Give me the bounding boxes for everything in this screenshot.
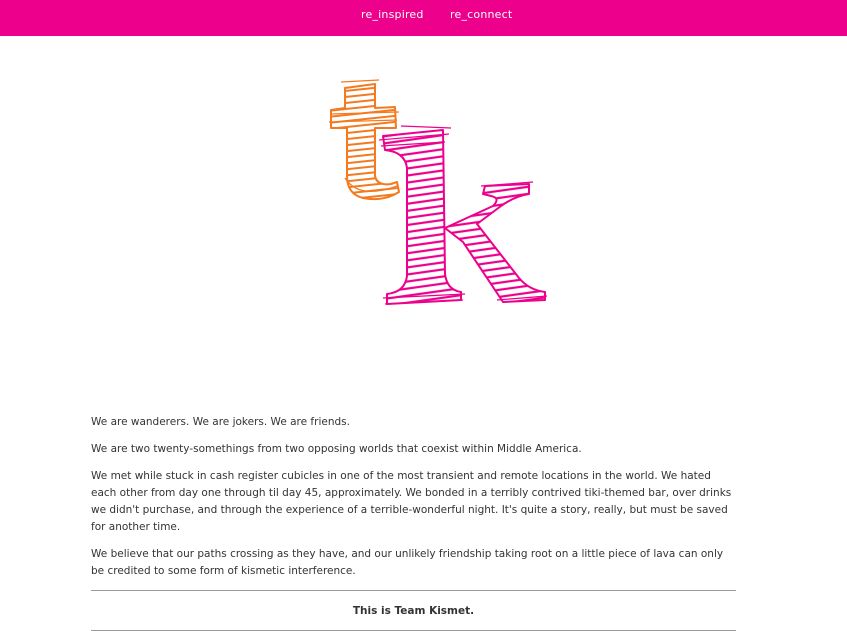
- team-kismet-logo: [328, 79, 548, 305]
- nav-link-re-connect[interactable]: re_connect: [450, 8, 512, 21]
- tagline: This is Team Kismet.: [352, 605, 475, 617]
- intro-paragraph: We are wanderers. We are jokers. We are …: [91, 416, 350, 428]
- top-nav-bar: re_inspired re_connect: [0, 0, 847, 36]
- logo-letter-k: [378, 125, 548, 305]
- nav-link-re-inspired[interactable]: re_inspired: [361, 8, 424, 21]
- intro-paragraph: We are two twenty-somethings from two op…: [91, 443, 582, 455]
- intro-paragraph: We met while stuck in cash register cubi…: [91, 470, 732, 533]
- intro-paragraph: We believe that our paths crossing as th…: [91, 548, 724, 577]
- about-section: We are wanderers. We are jokers. We are …: [91, 414, 736, 631]
